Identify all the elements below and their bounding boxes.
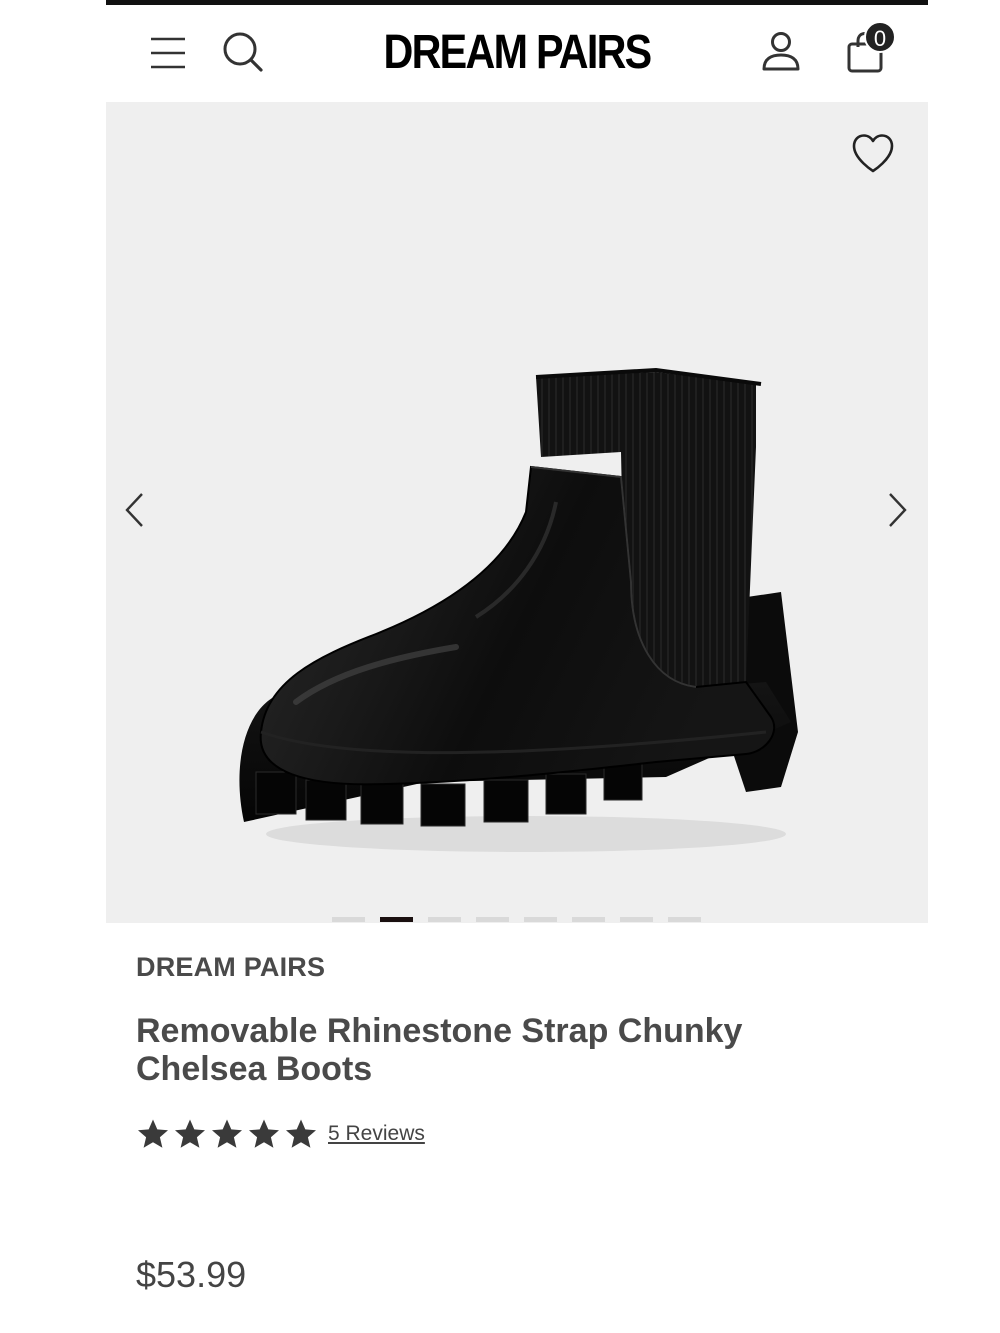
reviews-link[interactable]: 5 Reviews	[328, 1122, 425, 1146]
gallery-dot[interactable]	[332, 917, 365, 922]
wishlist-button[interactable]	[850, 132, 898, 180]
chevron-left-icon	[125, 493, 143, 527]
gallery-pagination	[332, 917, 701, 923]
gallery-dot[interactable]	[476, 917, 509, 922]
gallery-dot[interactable]	[380, 917, 413, 922]
product-price: $53.99	[136, 1254, 247, 1295]
star-icon	[249, 1119, 279, 1148]
product-image[interactable]	[226, 262, 806, 862]
gallery-dot[interactable]	[668, 917, 701, 922]
product-brand[interactable]: DREAM PAIRS	[136, 952, 325, 983]
star-icon	[286, 1119, 316, 1148]
product-rating: 5 Reviews	[136, 1118, 425, 1150]
site-header: DREAM PAIRS 0	[106, 5, 928, 102]
account-button[interactable]	[758, 29, 804, 75]
chevron-right-icon	[889, 493, 907, 527]
heart-icon	[852, 134, 894, 173]
gallery-dot[interactable]	[524, 917, 557, 922]
star-icon	[212, 1119, 242, 1148]
next-image-button[interactable]	[878, 490, 918, 530]
user-icon	[762, 32, 800, 71]
gallery-dot[interactable]	[572, 917, 605, 922]
cart-count-badge: 0	[864, 21, 896, 53]
star-icon	[138, 1119, 168, 1148]
product-gallery	[106, 102, 928, 923]
gallery-dot[interactable]	[428, 917, 461, 922]
star-icon	[175, 1119, 205, 1148]
previous-image-button[interactable]	[114, 490, 154, 530]
rating-stars	[136, 1118, 318, 1150]
gallery-dot[interactable]	[620, 917, 653, 922]
product-title: Removable Rhinestone Strap Chunky Chelse…	[136, 1012, 743, 1088]
